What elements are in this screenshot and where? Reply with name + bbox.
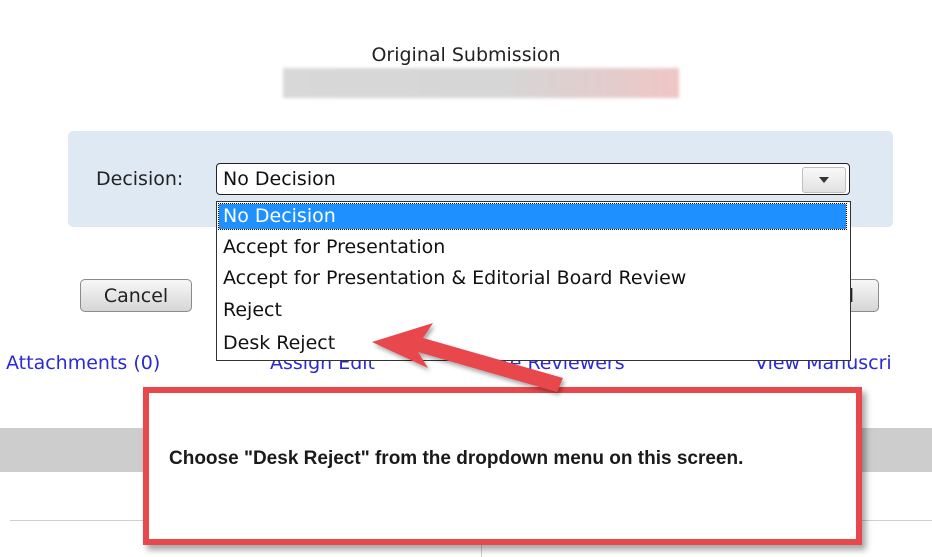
page-title: Original Submission xyxy=(371,44,561,66)
option-desk-reject[interactable]: Desk Reject xyxy=(219,331,846,356)
decision-select[interactable]: No Decision xyxy=(216,163,850,195)
attachments-link[interactable]: Attachments (0) xyxy=(6,352,160,374)
cancel-button[interactable]: Cancel xyxy=(80,279,192,312)
chevron-down-icon[interactable] xyxy=(802,167,846,193)
redacted-info-bar xyxy=(283,68,679,98)
divider-line-vertical xyxy=(481,545,482,557)
instruction-callout: Choose "Desk Reject" from the dropdown m… xyxy=(143,387,862,545)
callout-text: Choose "Desk Reject" from the dropdown m… xyxy=(169,448,744,469)
option-no-decision[interactable]: No Decision xyxy=(218,203,847,230)
option-accept-editorial-review[interactable]: Accept for Presentation & Editorial Boar… xyxy=(219,266,846,291)
decision-select-value: No Decision xyxy=(223,168,336,190)
decision-label: Decision: xyxy=(96,168,184,190)
decision-dropdown-list[interactable]: No Decision Accept for Presentation Acce… xyxy=(216,201,851,361)
option-accept-for-presentation[interactable]: Accept for Presentation xyxy=(219,235,846,260)
option-reject[interactable]: Reject xyxy=(219,298,846,323)
